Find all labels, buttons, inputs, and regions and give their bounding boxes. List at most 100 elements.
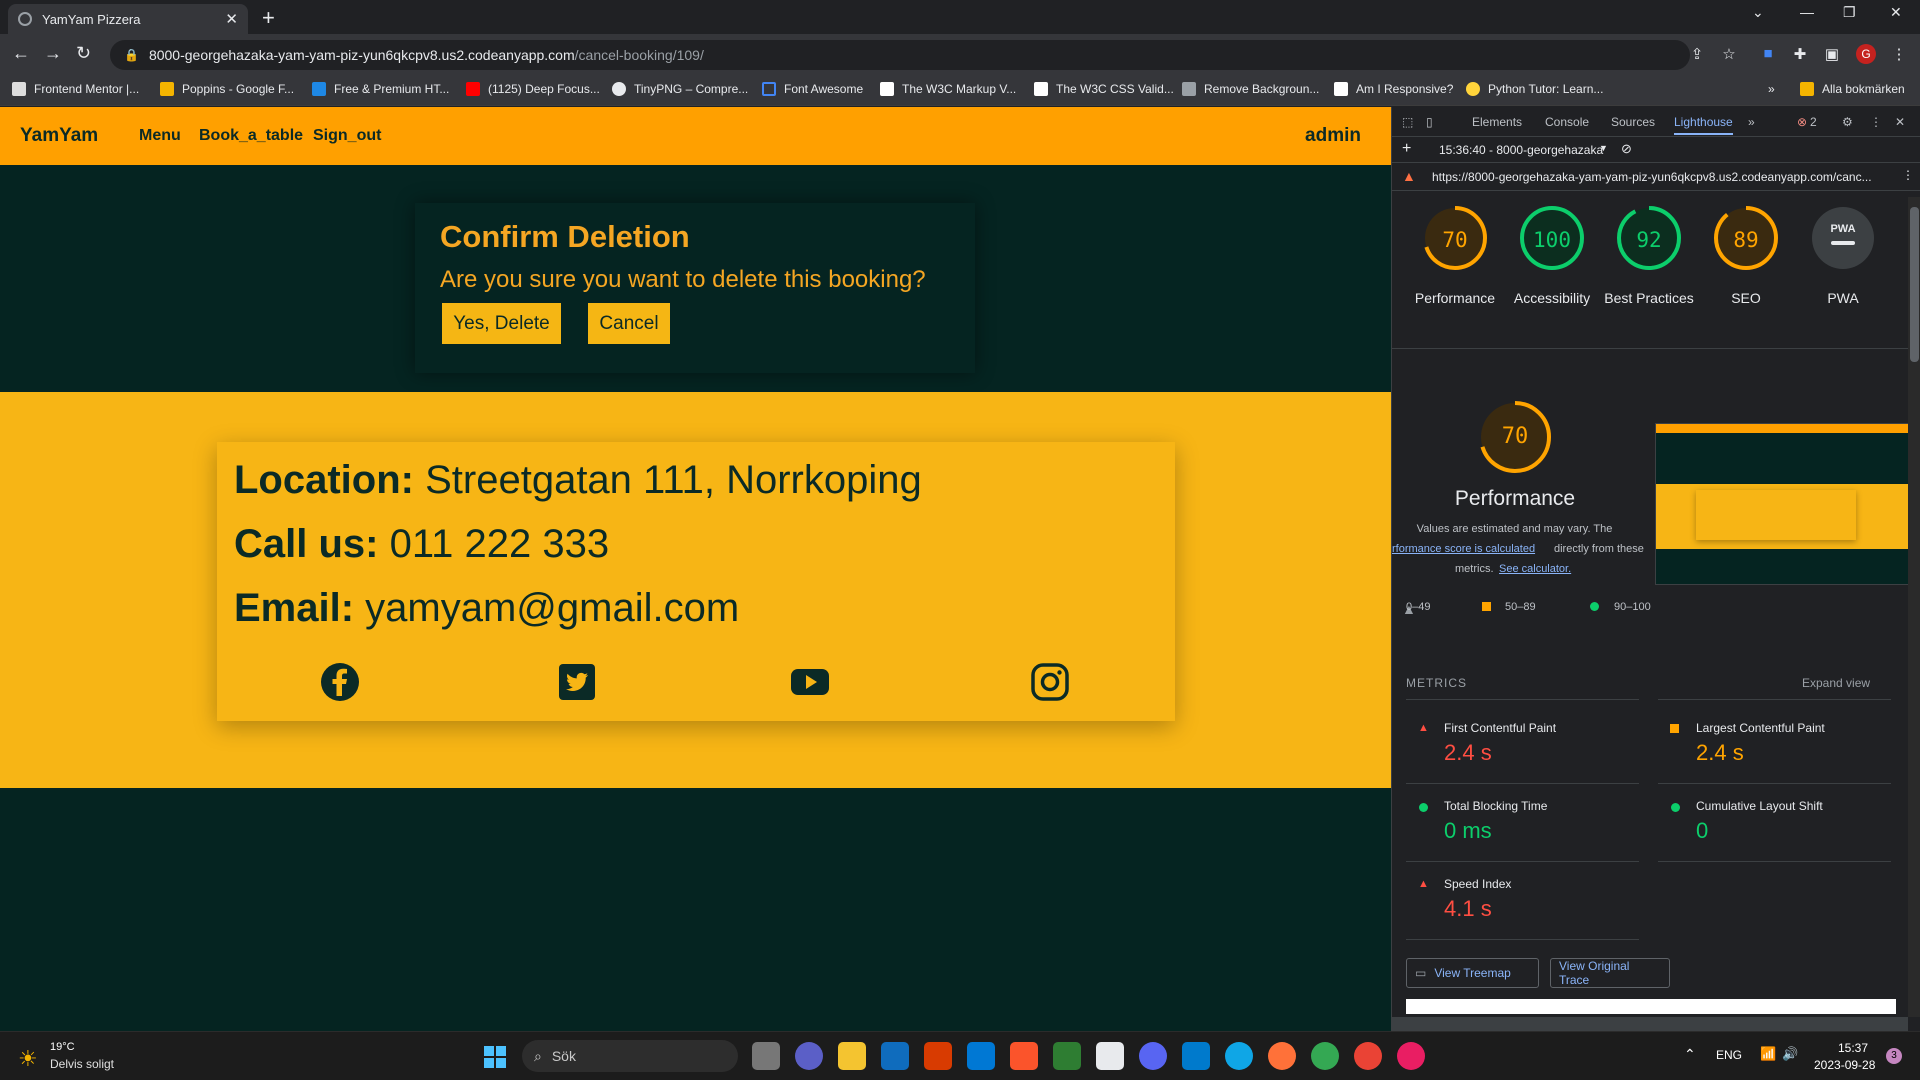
app-icon[interactable]: [1397, 1042, 1425, 1070]
bookmark-star-icon[interactable]: ☆: [1720, 45, 1738, 63]
page-screenshot-thumbnail[interactable]: [1655, 423, 1920, 585]
devtools-kebab-icon[interactable]: ⋮: [1870, 115, 1882, 129]
office-icon[interactable]: [924, 1042, 952, 1070]
clear-icon[interactable]: ⊘: [1621, 141, 1632, 157]
language[interactable]: ENG: [1716, 1048, 1742, 1062]
vertical-scrollbar[interactable]: [1908, 197, 1920, 1017]
bookmark-item[interactable]: (1125) Deep Focus...: [466, 82, 600, 96]
weather-temp[interactable]: 19°C: [50, 1041, 75, 1053]
new-report-icon[interactable]: +: [1402, 140, 1411, 158]
nav-book-a-table[interactable]: Book_a_table: [199, 127, 303, 145]
scrollbar-thumb[interactable]: [1910, 207, 1919, 362]
restore-icon[interactable]: ❐: [1843, 4, 1856, 21]
edge-icon[interactable]: [1225, 1042, 1253, 1070]
label-best-practices[interactable]: Best Practices: [1604, 290, 1694, 306]
new-tab-icon[interactable]: +: [262, 5, 275, 31]
view-treemap-button[interactable]: ▭ View Treemap: [1406, 958, 1539, 988]
see-calculator-link[interactable]: See calculator.: [1499, 563, 1571, 575]
cancel-button[interactable]: Cancel: [588, 303, 670, 344]
extension-icon[interactable]: ■: [1759, 45, 1777, 63]
weather-icon[interactable]: ☀: [18, 1046, 38, 1072]
bookmark-item[interactable]: Font Awesome: [762, 82, 863, 96]
teams-icon[interactable]: [795, 1042, 823, 1070]
bookmark-item[interactable]: Poppins - Google F...: [160, 82, 294, 96]
bookmark-item[interactable]: TinyPNG – Compre...: [612, 82, 748, 96]
forward-icon[interactable]: →: [44, 43, 62, 64]
report-menu-icon[interactable]: ⋮: [1902, 168, 1914, 182]
youtube-icon[interactable]: [790, 662, 830, 702]
brand-logo[interactable]: YamYam: [20, 125, 98, 147]
more-tabs-icon[interactable]: »: [1748, 115, 1755, 129]
windows-start-icon[interactable]: [483, 1045, 507, 1069]
tab-sources[interactable]: Sources: [1611, 115, 1655, 129]
twitter-icon[interactable]: [557, 662, 597, 702]
close-window-icon[interactable]: ✕: [1890, 4, 1902, 21]
bookmark-item[interactable]: Free & Premium HT...: [312, 82, 449, 96]
bookmark-item[interactable]: Am I Responsive?: [1334, 82, 1453, 96]
view-trace-button[interactable]: View Original Trace: [1550, 958, 1670, 988]
bookmark-item[interactable]: Frontend Mentor |...: [12, 82, 139, 96]
app-icon[interactable]: [1053, 1042, 1081, 1070]
yes-delete-button[interactable]: Yes, Delete: [442, 303, 561, 344]
address-bar[interactable]: 🔒 8000-georgehazaka-yam-yam-piz-yun6qkcp…: [110, 40, 1690, 70]
more-bookmarks-icon[interactable]: »: [1768, 82, 1775, 96]
notification-badge[interactable]: 3: [1886, 1048, 1902, 1064]
volume-icon[interactable]: 🔊: [1782, 1046, 1798, 1062]
clock-date[interactable]: 2023-09-28: [1814, 1058, 1875, 1072]
label-accessibility[interactable]: Accessibility: [1507, 290, 1597, 306]
chrome-active-icon[interactable]: [1354, 1042, 1382, 1070]
report-select[interactable]: 15:36:40 - 8000-georgehazaka: [1439, 143, 1603, 157]
chrome-icon[interactable]: [1311, 1042, 1339, 1070]
horizontal-scrollbar[interactable]: [1392, 1017, 1908, 1031]
device-toggle-icon[interactable]: ▯: [1426, 115, 1433, 129]
bookmark-item[interactable]: The W3C Markup V...: [880, 82, 1016, 96]
expand-view-link[interactable]: Expand view: [1802, 676, 1870, 690]
inspect-icon[interactable]: ⬚: [1402, 115, 1413, 129]
store-icon[interactable]: [967, 1042, 995, 1070]
minimize-icon[interactable]: —: [1800, 4, 1814, 20]
error-icon[interactable]: ⊗: [1797, 115, 1807, 129]
mail-icon[interactable]: [881, 1042, 909, 1070]
task-view-icon[interactable]: [752, 1042, 780, 1070]
snipping-tool-icon[interactable]: [1096, 1042, 1124, 1070]
label-pwa[interactable]: PWA: [1798, 290, 1888, 306]
close-devtools-icon[interactable]: ✕: [1895, 115, 1905, 129]
all-bookmarks[interactable]: Alla bokmärken: [1800, 82, 1905, 96]
tray-chevron-icon[interactable]: ⌃: [1684, 1046, 1696, 1063]
vscode-icon[interactable]: [1182, 1042, 1210, 1070]
label-seo[interactable]: SEO: [1701, 290, 1791, 306]
back-icon[interactable]: ←: [12, 43, 30, 64]
wifi-icon[interactable]: 📶: [1760, 1046, 1776, 1062]
instagram-icon[interactable]: [1030, 662, 1070, 702]
puzzle-icon[interactable]: ✚: [1791, 45, 1809, 63]
profile-avatar[interactable]: G: [1856, 44, 1876, 64]
sidepanel-icon[interactable]: ▣: [1823, 45, 1841, 63]
perf-score-link[interactable]: rformance score is calculated: [1392, 543, 1552, 555]
nav-menu[interactable]: Menu: [139, 127, 181, 145]
facebook-icon[interactable]: [320, 662, 360, 702]
reload-icon[interactable]: ↻: [76, 43, 91, 64]
bookmark-item[interactable]: Python Tutor: Learn...: [1466, 82, 1603, 96]
bookmark-item[interactable]: The W3C CSS Valid...: [1034, 82, 1174, 96]
file-explorer-icon[interactable]: [838, 1042, 866, 1070]
brave-icon[interactable]: [1010, 1042, 1038, 1070]
kebab-menu-icon[interactable]: ⋮: [1890, 45, 1908, 63]
discord-icon[interactable]: [1139, 1042, 1167, 1070]
share-icon[interactable]: ⇪: [1688, 45, 1706, 63]
browser-tab[interactable]: YamYam Pizzera ✕: [8, 4, 248, 34]
tab-search-icon[interactable]: ⌄: [1752, 4, 1764, 21]
weather-desc[interactable]: Delvis soligt: [50, 1057, 114, 1071]
firefox-icon[interactable]: [1268, 1042, 1296, 1070]
bookmark-item[interactable]: Remove Backgroun...: [1182, 82, 1319, 96]
label-performance[interactable]: Performance: [1410, 290, 1500, 306]
tab-console[interactable]: Console: [1545, 115, 1589, 129]
tab-elements[interactable]: Elements: [1472, 115, 1522, 129]
settings-gear-icon[interactable]: ⚙: [1842, 115, 1853, 129]
clock-time[interactable]: 15:37: [1838, 1041, 1868, 1055]
nav-sign-out[interactable]: Sign_out: [313, 127, 381, 145]
close-tab-icon[interactable]: ✕: [225, 10, 238, 28]
dropdown-caret-icon[interactable]: ▼: [1599, 143, 1608, 153]
tab-lighthouse[interactable]: Lighthouse: [1674, 115, 1733, 135]
taskbar-search[interactable]: ⌕ Sök: [522, 1040, 738, 1072]
url-host: 8000-georgehazaka-yam-yam-piz-yun6qkcpv8…: [148, 47, 575, 63]
